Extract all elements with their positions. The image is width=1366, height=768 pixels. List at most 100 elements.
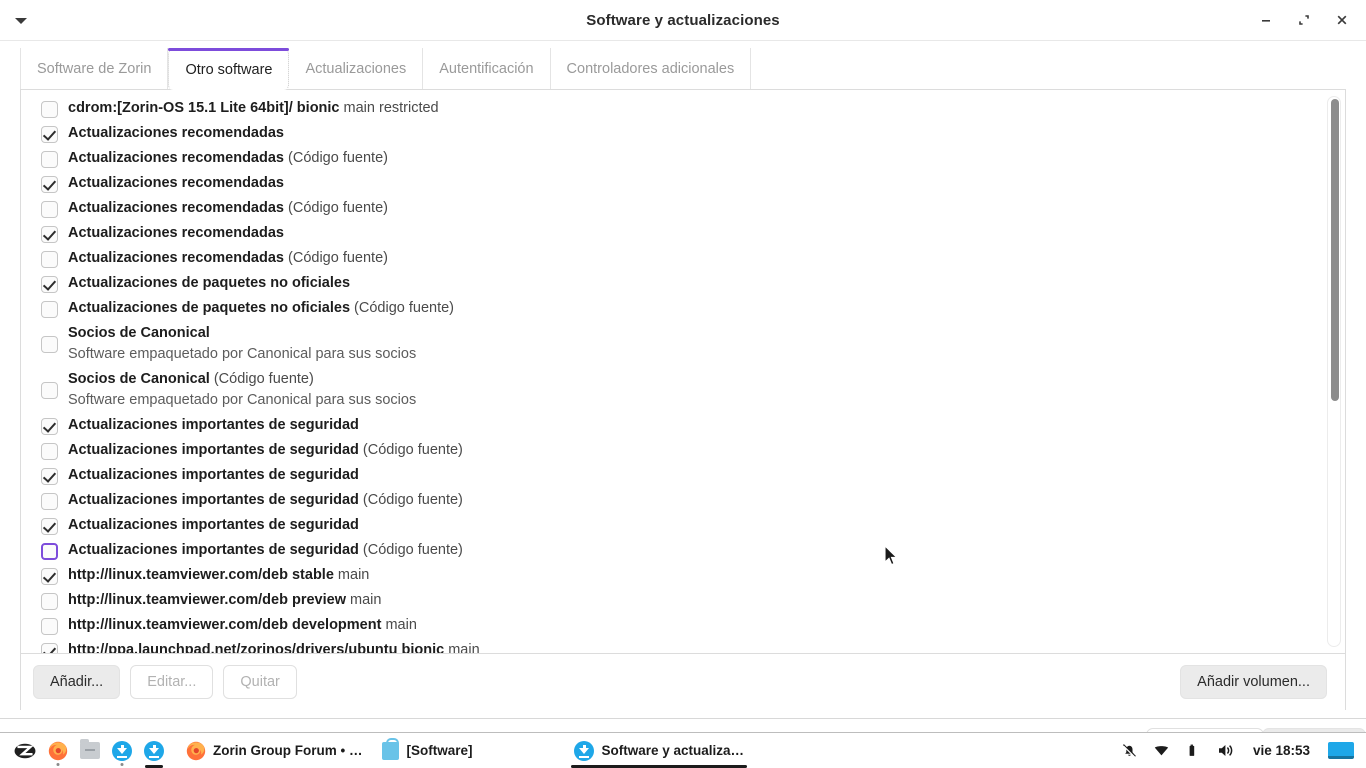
source-row[interactable]: Actualizaciones importantes de seguridad	[21, 463, 1345, 488]
source-row[interactable]: Actualizaciones recomendadas	[21, 221, 1345, 246]
source-checkbox[interactable]	[41, 126, 58, 143]
source-labels: Socios de Canonical Software empaquetado …	[68, 323, 416, 365]
source-checkbox[interactable]	[41, 493, 58, 510]
software-sources-list[interactable]: cdrom:[Zorin-OS 15.1 Lite 64bit]/ bionic…	[20, 90, 1346, 654]
tab-software-de-zorin[interactable]: Software de Zorin	[20, 48, 169, 89]
source-title-line: Actualizaciones importantes de seguridad…	[68, 440, 463, 461]
notifications-muted-icon[interactable]	[1121, 742, 1139, 760]
source-checkbox[interactable]	[41, 468, 58, 485]
tb-window-firefox[interactable]: Zorin Group Forum • …	[176, 733, 372, 768]
add-button[interactable]: Añadir...	[33, 665, 121, 699]
source-checkbox[interactable]	[41, 201, 58, 218]
source-checkbox[interactable]	[41, 593, 58, 610]
tb-launcher-firefox[interactable]	[42, 733, 74, 768]
source-row[interactable]: Actualizaciones recomendadas (Código fue…	[21, 246, 1345, 271]
battery-icon[interactable]	[1185, 742, 1203, 760]
minimize-icon[interactable]	[1248, 2, 1284, 38]
source-row[interactable]: Actualizaciones importantes de seguridad…	[21, 438, 1345, 463]
source-components: (Código fuente)	[358, 492, 463, 508]
active-window-underline	[571, 765, 748, 768]
source-row[interactable]: Socios de Canonical (Código fuente) Softw…	[21, 367, 1345, 413]
source-row[interactable]: Actualizaciones importantes de seguridad…	[21, 538, 1345, 563]
source-checkbox[interactable]	[41, 251, 58, 268]
active-window-underline	[145, 765, 163, 768]
source-checkbox[interactable]	[41, 276, 58, 293]
source-checkbox[interactable]	[41, 643, 58, 653]
source-title: Socios de Canonical	[68, 325, 210, 341]
source-row[interactable]: Actualizaciones de paquetes no oficiales…	[21, 296, 1345, 321]
caret-down-icon[interactable]	[8, 8, 34, 34]
workspace-switcher[interactable]	[1328, 742, 1354, 759]
source-components: main	[381, 617, 417, 633]
source-checkbox[interactable]	[41, 443, 58, 460]
list-scrollbar-thumb[interactable]	[1331, 99, 1339, 401]
tb-window-software-store[interactable]: [Software]	[372, 733, 482, 768]
source-checkbox[interactable]	[41, 151, 58, 168]
software-updater-icon	[112, 740, 132, 761]
software-updates-icon	[574, 740, 595, 761]
source-row[interactable]: http://ppa.launchpad.net/zorinos/drivers…	[21, 638, 1345, 653]
source-title-line: Actualizaciones recomendadas	[68, 123, 284, 144]
source-checkbox[interactable]	[41, 543, 58, 560]
source-checkbox[interactable]	[41, 226, 58, 243]
source-checkbox[interactable]	[41, 176, 58, 193]
source-labels: Actualizaciones importantes de seguridad	[68, 415, 359, 436]
source-checkbox[interactable]	[41, 618, 58, 635]
list-scrollbar[interactable]	[1327, 96, 1341, 647]
source-title: Actualizaciones recomendadas	[68, 175, 284, 191]
source-title: Actualizaciones recomendadas	[68, 150, 284, 166]
source-checkbox[interactable]	[41, 518, 58, 535]
source-checkbox[interactable]	[41, 568, 58, 585]
source-title-line: cdrom:[Zorin-OS 15.1 Lite 64bit]/ bionic…	[68, 98, 439, 119]
tb-launcher-software-updater[interactable]	[106, 733, 138, 768]
source-title-line: http://linux.teamviewer.com/deb developm…	[68, 615, 417, 636]
tab-actualizaciones[interactable]: Actualizaciones	[289, 48, 424, 89]
source-title: Actualizaciones importantes de seguridad	[68, 492, 359, 508]
source-title-line: Actualizaciones recomendadas	[68, 223, 284, 244]
remove-button[interactable]: Quitar	[223, 665, 297, 699]
source-row[interactable]: http://linux.teamviewer.com/deb preview …	[21, 588, 1345, 613]
source-checkbox[interactable]	[41, 301, 58, 318]
source-checkbox[interactable]	[41, 335, 58, 353]
source-row[interactable]: Actualizaciones importantes de seguridad…	[21, 488, 1345, 513]
source-components: main	[346, 592, 382, 608]
zorin-menu-icon	[14, 743, 36, 758]
source-row[interactable]: Actualizaciones recomendadas (Código fue…	[21, 146, 1345, 171]
taskbar-clock[interactable]: vie 18:53	[1249, 743, 1314, 758]
volume-icon[interactable]	[1217, 742, 1235, 760]
tb-launcher-file-manager[interactable]	[74, 733, 106, 768]
tb-window-software-updates[interactable]: Software y actualiza…	[564, 733, 754, 768]
desktop-screen: Software y actualizaciones Software de Z…	[0, 0, 1366, 768]
source-row[interactable]: Actualizaciones recomendadas	[21, 121, 1345, 146]
source-title-line: Actualizaciones recomendadas (Código fue…	[68, 198, 388, 219]
source-title: Actualizaciones importantes de seguridad	[68, 442, 359, 458]
edit-button[interactable]: Editar...	[130, 665, 214, 699]
source-row[interactable]: Socios de Canonical Software empaquetado …	[21, 321, 1345, 367]
source-row[interactable]: Actualizaciones importantes de seguridad	[21, 413, 1345, 438]
source-row[interactable]: http://linux.teamviewer.com/deb developm…	[21, 613, 1345, 638]
tab-controladores-adicionales[interactable]: Controladores adicionales	[551, 48, 752, 89]
running-indicator-dot	[120, 762, 124, 766]
source-row[interactable]: http://linux.teamviewer.com/deb stable m…	[21, 563, 1345, 588]
source-title: Actualizaciones recomendadas	[68, 125, 284, 141]
source-checkbox[interactable]	[41, 101, 58, 118]
wifi-icon[interactable]	[1153, 742, 1171, 760]
source-row[interactable]: cdrom:[Zorin-OS 15.1 Lite 64bit]/ bionic…	[21, 96, 1345, 121]
tab-autentificaci-n[interactable]: Autentificación	[423, 48, 551, 89]
source-checkbox[interactable]	[41, 418, 58, 435]
close-icon[interactable]	[1324, 2, 1360, 38]
tb-launcher-software-updates[interactable]	[138, 733, 170, 768]
source-row[interactable]: Actualizaciones recomendadas (Código fue…	[21, 196, 1345, 221]
source-row[interactable]: Actualizaciones de paquetes no oficiales	[21, 271, 1345, 296]
source-title-line: Actualizaciones importantes de seguridad…	[68, 490, 463, 511]
firefox-icon	[186, 741, 206, 760]
tb-window-label: Zorin Group Forum • …	[213, 743, 363, 758]
source-checkbox[interactable]	[41, 381, 58, 399]
source-title: Actualizaciones de paquetes no oficiales	[68, 300, 351, 316]
source-row[interactable]: Actualizaciones importantes de seguridad	[21, 513, 1345, 538]
tb-launcher-zorin-menu[interactable]	[8, 733, 42, 768]
restore-icon[interactable]	[1286, 2, 1322, 38]
source-row[interactable]: Actualizaciones recomendadas	[21, 171, 1345, 196]
tab-otro-software[interactable]: Otro software	[168, 48, 290, 90]
add-volume-button[interactable]: Añadir volumen...	[1180, 665, 1327, 699]
